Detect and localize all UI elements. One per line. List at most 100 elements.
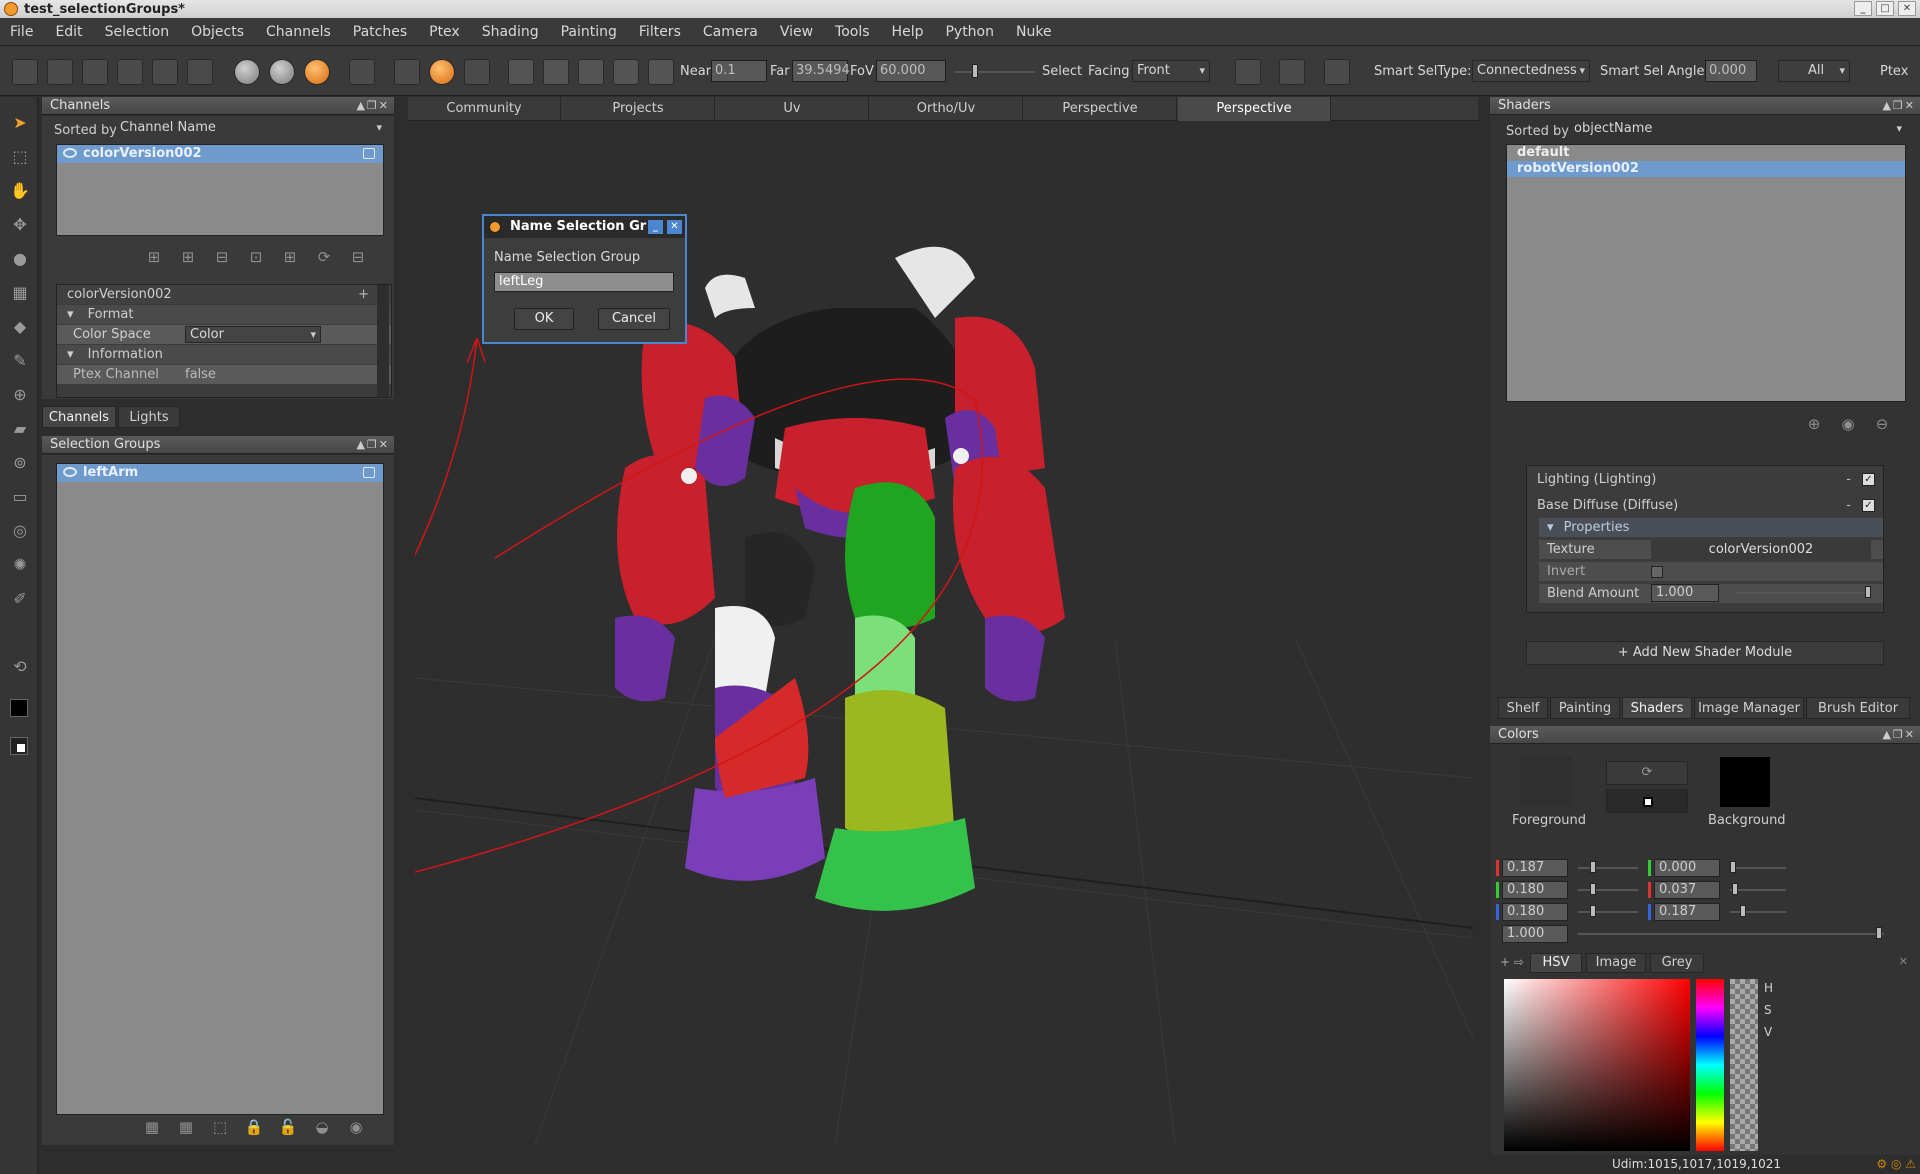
channel-refresh-icon[interactable]: ⟳ (312, 246, 336, 268)
panel-controls-icon[interactable]: ▲❐✕ (356, 436, 390, 454)
shaders-sort-select[interactable]: objectName (1570, 121, 1906, 139)
visibility-eye-icon[interactable] (63, 467, 77, 477)
collapse-icon[interactable]: - (1846, 470, 1851, 489)
fg-red-slider[interactable] (1578, 867, 1638, 869)
visibility-eye-icon[interactable] (63, 148, 77, 158)
object-select-icon[interactable] (1324, 59, 1350, 85)
unlock-group-icon[interactable]: 🔓 (276, 1116, 300, 1138)
format-section[interactable]: ▾ Format (57, 305, 391, 324)
add-channel-icon[interactable]: ⊞ (142, 246, 166, 268)
duplicate-shader-icon[interactable]: ◉ (1836, 413, 1860, 435)
alpha-handle[interactable] (1876, 927, 1882, 939)
expand-icon[interactable]: ▾ (67, 307, 74, 322)
panel-controls-icon[interactable]: ▲❐✕ (1882, 97, 1916, 115)
tab-brush-editor[interactable]: Brush Editor (1806, 697, 1910, 719)
tab-hsv[interactable]: HSV (1530, 953, 1582, 973)
gradient-icon[interactable]: ▭ (10, 487, 30, 507)
lighting-enable-checkbox[interactable]: ✓ (1862, 473, 1875, 486)
smart-seltype-select[interactable]: Connectedness (1472, 60, 1590, 82)
menu-objects[interactable]: Objects (191, 24, 244, 40)
selection-groups-list[interactable]: leftArm (56, 463, 384, 1115)
fg-blue-input[interactable]: 0.180 (1502, 903, 1568, 921)
lock-group-icon[interactable]: 🔒 (242, 1116, 266, 1138)
fg-blue-handle[interactable] (1590, 905, 1596, 917)
blend-slider-track[interactable] (1735, 592, 1871, 594)
robot-model[interactable] (615, 246, 1065, 911)
show-group-icon[interactable]: ◉ (344, 1116, 368, 1138)
fov-input[interactable]: 60.000 (876, 60, 946, 82)
fg-green-slider[interactable] (1578, 889, 1638, 891)
menu-view[interactable]: View (780, 24, 813, 40)
menu-edit[interactable]: Edit (55, 24, 82, 40)
grid-paint-icon[interactable]: ▦ (10, 283, 30, 303)
add-shader-icon[interactable]: ⊕ (1802, 413, 1826, 435)
texture-value[interactable]: colorVersion002 (1651, 540, 1871, 559)
information-section[interactable]: ▾ Information (57, 345, 391, 364)
zoom-tool-icon[interactable]: ⊚ (10, 453, 30, 473)
saturation-value-picker[interactable] (1504, 979, 1690, 1151)
props-scrollbar[interactable] (377, 285, 389, 397)
eyedropper-icon[interactable]: ✐ (10, 589, 30, 609)
panel-controls-icon[interactable]: ▲❐✕ (356, 97, 390, 115)
background-color-swatch[interactable] (1720, 757, 1770, 807)
tab-perspective-active[interactable]: Perspective (1178, 97, 1331, 121)
bg-value-3-input[interactable]: 0.187 (1654, 903, 1720, 921)
shaders-list[interactable]: default robotVersion002 (1506, 144, 1906, 402)
bg-value-2-input[interactable]: 0.037 (1654, 881, 1720, 899)
menu-help[interactable]: Help (892, 24, 924, 40)
select-icon[interactable]: ⬚ (10, 147, 30, 167)
selection-group-row[interactable]: leftArm (57, 464, 383, 482)
tab-image-manager[interactable]: Image Manager (1694, 697, 1804, 719)
lit-shading-icon[interactable] (269, 59, 295, 85)
bg-value-1-input[interactable]: 0.000 (1654, 859, 1720, 877)
swap-colors-icon[interactable]: ⟲ (10, 657, 30, 677)
properties-section[interactable]: ▾ Properties (1539, 518, 1883, 537)
alpha-slider[interactable] (1578, 933, 1884, 935)
ok-button[interactable]: OK (514, 308, 574, 330)
flat-shading-icon[interactable] (234, 59, 260, 85)
blend-amount-input[interactable]: 1.000 (1651, 584, 1719, 602)
invert-checkbox[interactable] (1651, 566, 1663, 578)
channels-list[interactable]: colorVersion002 (56, 144, 384, 236)
wireframe-icon[interactable] (349, 59, 375, 85)
alpha-strip[interactable] (1730, 979, 1758, 1151)
tab-uv[interactable]: Uv (716, 97, 869, 121)
bg-slider-1[interactable] (1730, 867, 1786, 869)
move-icon[interactable]: ✥ (10, 215, 30, 235)
base-diffuse-row[interactable]: Base Diffuse (Diffuse) - ✓ (1527, 496, 1883, 515)
smart-angle-input[interactable]: 0.000 (1705, 60, 1757, 82)
base-diffuse-enable-checkbox[interactable]: ✓ (1862, 499, 1875, 512)
menu-shading[interactable]: Shading (482, 24, 539, 40)
lasso-select-icon[interactable] (1279, 59, 1305, 85)
menu-tools[interactable]: Tools (835, 24, 870, 40)
cube-icon[interactable] (508, 59, 534, 85)
facing-select[interactable]: Front (1132, 60, 1210, 82)
eraser-icon[interactable]: ▰ (10, 419, 30, 439)
fg-green-handle[interactable] (1590, 883, 1596, 895)
menu-painting[interactable]: Painting (561, 24, 617, 40)
blend-slider-handle[interactable] (1865, 586, 1871, 598)
default-colors-icon[interactable] (10, 737, 28, 755)
tab-painting[interactable]: Painting (1550, 697, 1620, 719)
expand-icon[interactable]: ▾ (67, 347, 74, 362)
close-file-icon[interactable] (47, 59, 73, 85)
hue-strip[interactable] (1696, 979, 1724, 1151)
smudge-icon[interactable]: ◆ (10, 317, 30, 337)
marquee-select-icon[interactable] (1235, 59, 1261, 85)
tab-shaders[interactable]: Shaders (1622, 697, 1692, 719)
cancel-button[interactable]: Cancel (598, 308, 670, 330)
menu-patches[interactable]: Patches (353, 24, 407, 40)
menu-file[interactable]: File (10, 24, 33, 40)
brush-toggle-icon[interactable] (648, 59, 674, 85)
dodge-icon[interactable]: ◎ (10, 521, 30, 541)
bg-handle-2[interactable] (1732, 883, 1738, 895)
fg-red-input[interactable]: 0.187 (1502, 859, 1568, 877)
tab-shelf[interactable]: Shelf (1498, 697, 1548, 719)
screen-icon[interactable] (578, 59, 604, 85)
reset-colors-button[interactable] (1606, 789, 1688, 813)
channels-sort-select[interactable]: Channel Name (116, 120, 386, 138)
fov-slider-track[interactable] (955, 71, 1035, 73)
full-shading-icon[interactable] (304, 59, 330, 85)
tab-ortho-uv[interactable]: Ortho/Uv (870, 97, 1023, 121)
tab-projects[interactable]: Projects (562, 97, 715, 121)
